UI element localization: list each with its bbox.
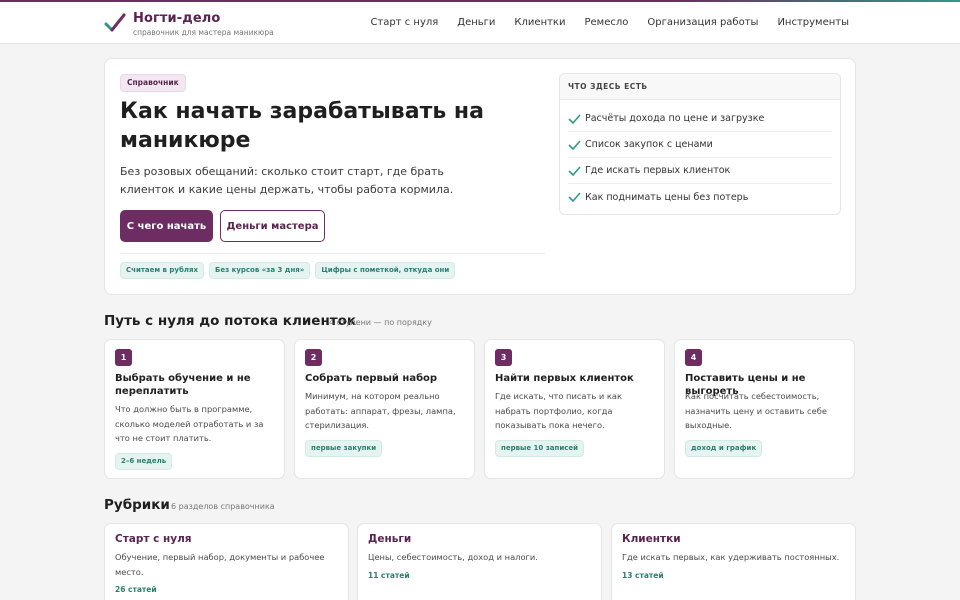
step-tag: первые закупки <box>305 440 383 457</box>
hero-divider <box>120 253 545 254</box>
check-icon <box>568 192 581 202</box>
hero-card: Справочник Как начать зарабатывать на ма… <box>104 58 856 295</box>
step-card-3[interactable]: 3 Найти первых клиенток Где искать, что … <box>484 339 665 479</box>
rubric-title: Деньги <box>368 533 412 545</box>
nav-link-money[interactable]: Деньги <box>457 17 495 28</box>
logo-title[interactable]: Ногти-дело <box>133 11 220 26</box>
rubric-title: Клиентки <box>622 533 681 545</box>
steps-row: 1 Выбрать обучение и не переплатить Что … <box>104 339 856 479</box>
whats-inside-panel: ЧТО ЗДЕСЬ ЕСТЬ Расчёты дохода по цене и … <box>559 73 841 215</box>
nav-link-start[interactable]: Старт с нуля <box>370 17 438 28</box>
list-item-text: Список закупок с ценами <box>585 139 713 150</box>
rubric-card-clients[interactable]: Клиентки Где искать первых, как удержива… <box>611 523 856 600</box>
rubrics-section-title: Рубрики <box>104 497 170 513</box>
rubric-text: Где искать первых, как удерживать постоя… <box>622 552 840 562</box>
path-section-title: Путь с нуля до потока клиенток <box>104 313 357 329</box>
step-text: Как посчитать себестоимость, назначить ц… <box>685 391 827 430</box>
rubric-title: Старт с нуля <box>115 533 192 545</box>
rubric-count: 11 статей <box>368 571 410 580</box>
list-item-text: Как поднимать цены без потерь <box>585 191 749 203</box>
whats-inside-title: ЧТО ЗДЕСЬ ЕСТЬ <box>560 74 840 100</box>
list-item: Расчёты дохода по цене и загрузке <box>568 106 832 132</box>
check-icon <box>568 139 581 150</box>
step-card-1[interactable]: 1 Выбрать обучение и не переплатить Что … <box>104 339 285 479</box>
main-nav: Старт с нуля Деньги Клиентки Ремесло Орг… <box>370 17 849 28</box>
rubrics-section-note: 6 разделов справочника <box>171 502 275 511</box>
step-tag: первые 10 записей <box>495 440 585 457</box>
chip-no-courses: Без курсов «за 3 дня» <box>209 262 311 279</box>
hero-title: Как начать зарабатывать на маникюре <box>120 99 484 153</box>
nav-link-organization[interactable]: Организация работы <box>647 17 758 28</box>
step-tag: 2–6 недель <box>115 453 173 470</box>
whats-inside-list: Расчёты дохода по цене и загрузке Список… <box>560 100 840 210</box>
check-icon <box>568 113 581 124</box>
list-item: Как поднимать цены без потерь <box>568 184 832 210</box>
rubrics-grid: Старт с нуля Обучение, первый набор, док… <box>104 523 856 600</box>
step-text: Где искать, что писать и как набрать пор… <box>495 391 622 430</box>
list-item: Где искать первых клиенток <box>568 158 832 184</box>
nav-link-clients[interactable]: Клиентки <box>514 17 565 28</box>
step-title: Выбрать обучение и не переплатить <box>115 373 251 397</box>
chip-rubles: Считаем в рублях <box>120 262 204 279</box>
step-number: 3 <box>495 349 512 366</box>
step-number: 2 <box>305 349 322 366</box>
rubric-count: 26 статей <box>115 585 157 594</box>
step-tag: доход и график <box>685 440 763 457</box>
step-card-4[interactable]: 4 Поставить цены и не выгореть Как посчи… <box>674 339 855 479</box>
chip-sources: Цифры с пометкой, откуда они <box>315 262 456 279</box>
rubric-text: Обучение, первый набор, документы и рабо… <box>115 552 325 577</box>
step-title: Собрать первый набор <box>305 373 438 384</box>
rubric-card-start[interactable]: Старт с нуля Обучение, первый набор, док… <box>104 523 349 600</box>
check-icon <box>568 165 581 176</box>
start-here-button[interactable]: С чего начать <box>120 210 213 242</box>
step-title: Найти первых клиенток <box>495 373 634 384</box>
step-card-2[interactable]: 2 Собрать первый набор Минимум, на котор… <box>294 339 475 479</box>
hero-chips: Считаем в рублях Без курсов «за 3 дня» Ц… <box>120 262 456 279</box>
step-text: Что должно быть в программе, сколько мод… <box>115 404 264 443</box>
rubric-card-money[interactable]: Деньги Цены, себестоимость, доход и нало… <box>357 523 602 600</box>
nav-link-craft[interactable]: Ремесло <box>584 17 628 28</box>
rubric-text: Цены, себестоимость, доход и налоги. <box>368 552 538 562</box>
step-number: 1 <box>115 349 132 366</box>
nav-link-tools[interactable]: Инструменты <box>777 17 849 28</box>
checkmark-logo-icon[interactable] <box>104 12 126 34</box>
step-number: 4 <box>685 349 702 366</box>
master-money-button[interactable]: Деньги мастера <box>220 210 325 242</box>
step-text: Минимум, на котором реально работать: ап… <box>305 391 456 430</box>
hero-lead: Без розовых обещаний: сколько стоит стар… <box>120 165 454 196</box>
logo-subtitle: справочник для мастера маникюра <box>133 28 274 37</box>
list-item-text: Расчёты дохода по цене и загрузке <box>585 113 765 124</box>
site-header: Ногти-дело справочник для мастера маникю… <box>0 2 960 44</box>
list-item-text: Где искать первых клиенток <box>585 165 731 176</box>
hero-badge: Справочник <box>120 74 186 92</box>
rubric-count: 13 статей <box>622 571 664 580</box>
path-section-note: 4 ступени — по порядку <box>329 318 432 327</box>
list-item: Список закупок с ценами <box>568 132 832 158</box>
